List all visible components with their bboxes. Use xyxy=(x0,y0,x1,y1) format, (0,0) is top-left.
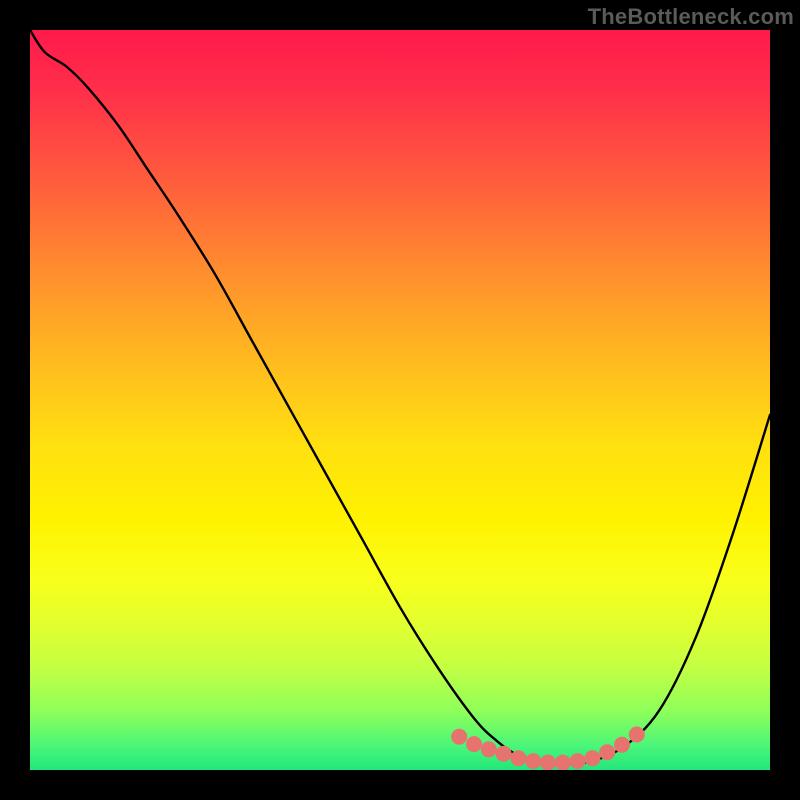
marker-dot xyxy=(451,729,467,745)
marker-dot xyxy=(555,755,571,770)
plot-area xyxy=(30,30,770,770)
marker-group xyxy=(451,727,645,771)
marker-dot xyxy=(496,746,512,762)
marker-dot xyxy=(629,727,645,743)
marker-dot xyxy=(466,736,482,752)
watermark-text: TheBottleneck.com xyxy=(588,4,794,30)
marker-dot xyxy=(510,750,526,766)
marker-dot xyxy=(570,753,586,769)
marker-dot xyxy=(540,755,556,770)
marker-dot xyxy=(599,744,615,760)
chart-frame: TheBottleneck.com xyxy=(0,0,800,800)
curve-path xyxy=(30,30,770,764)
bottleneck-curve xyxy=(30,30,770,770)
marker-dot xyxy=(525,753,541,769)
marker-dot xyxy=(614,737,630,753)
marker-dot xyxy=(481,741,497,757)
marker-dot xyxy=(584,750,600,766)
